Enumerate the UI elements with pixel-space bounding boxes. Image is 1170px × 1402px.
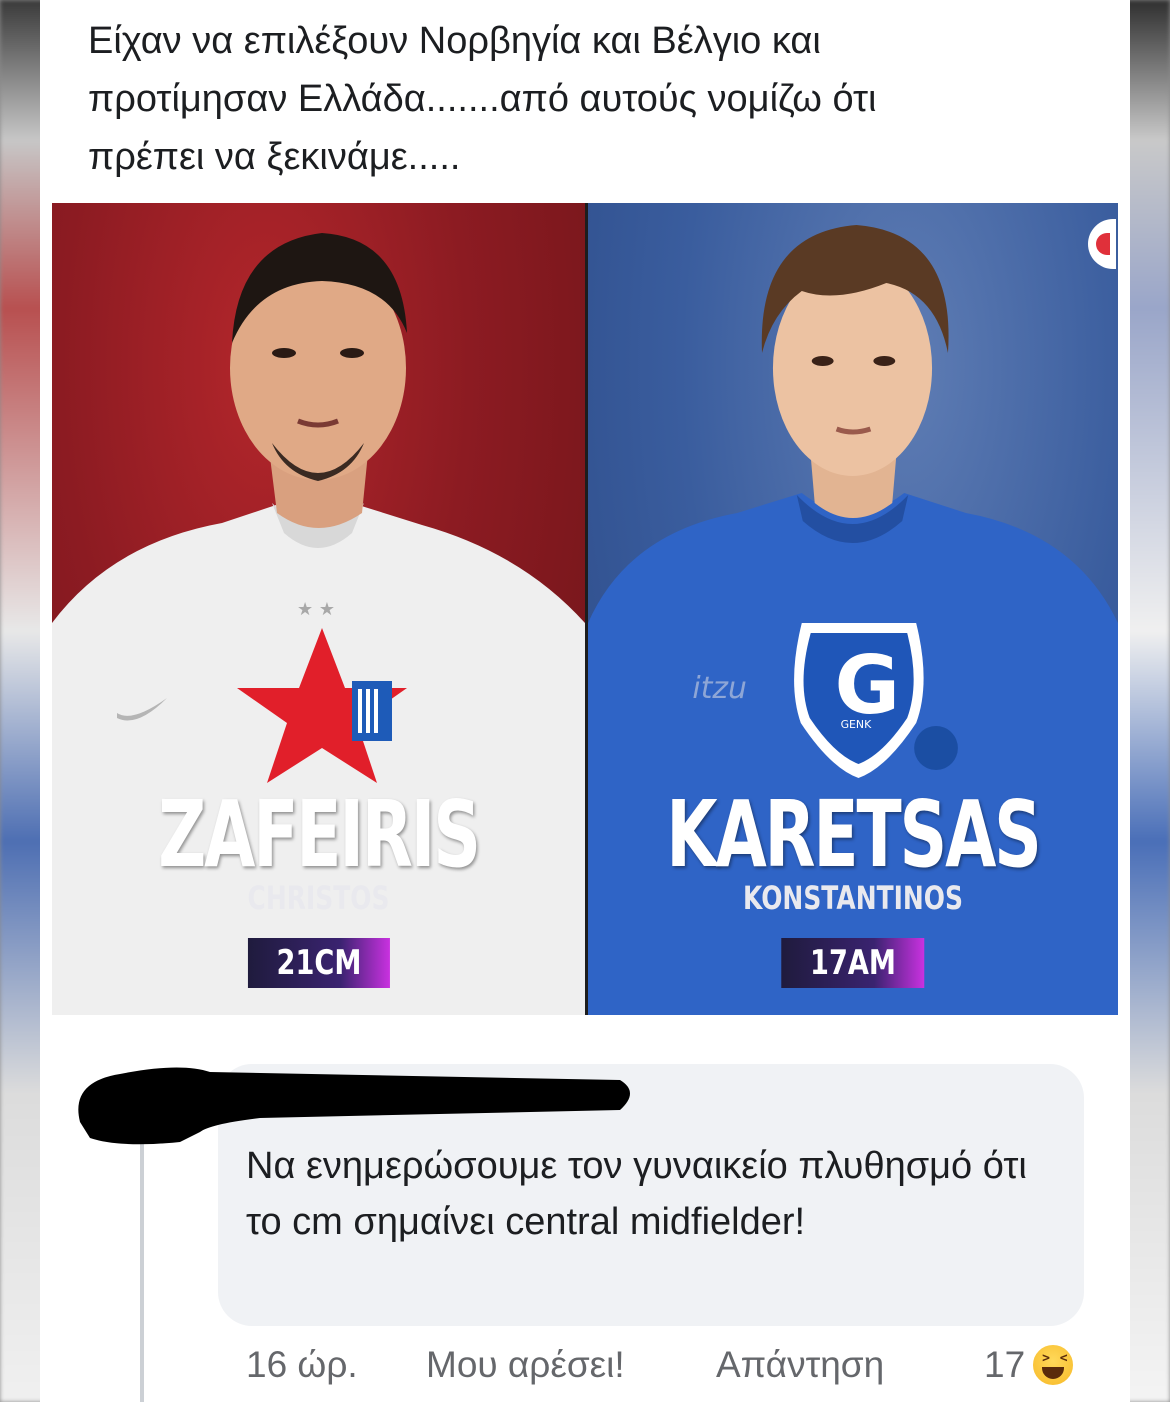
comment: Να ενημερώσουμε τον γυναικείο πλυθησμό ό… — [40, 1040, 1130, 1340]
like-button[interactable]: Μου αρέσει! — [426, 1344, 716, 1386]
player-badge-right: 17AM — [781, 938, 925, 988]
post-text: Είχαν να επιλέξουν Νορβηγία και Βέλγιο κ… — [88, 20, 877, 178]
comment-timestamp[interactable]: 16 ώρ. — [246, 1344, 426, 1386]
reaction-summary[interactable]: 17 — [984, 1343, 1076, 1387]
svg-text:★ ★: ★ ★ — [297, 599, 335, 620]
player-last-name-left: ZAFEIRIS — [158, 781, 481, 888]
comment-actions: 16 ώρ. Μου αρέσει! Απάντηση 17 — [246, 1340, 1106, 1390]
reply-button[interactable]: Απάντηση — [716, 1344, 976, 1386]
post-image[interactable]: ★ ★ ZAFEIRIS CHRISTOS 21CM itzu G GENK K… — [52, 203, 1118, 1015]
player-last-name-right: KARETSAS — [666, 781, 1042, 888]
player-badge-left: 21CM — [247, 938, 390, 988]
player-panel-right: itzu G GENK KARETSAS KONSTANTINOS 17AM — [585, 203, 1118, 1015]
redacted-commenter-name — [78, 1067, 631, 1145]
crest-text: GENK — [841, 718, 873, 731]
player-panel-left: ★ ★ ZAFEIRIS CHRISTOS 21CM — [52, 203, 585, 1015]
player-first-name-left: CHRISTOS — [247, 879, 390, 917]
post-card: Είχαν να επιλέξουν Νορβηγία και Βέλγιο κ… — [40, 0, 1130, 1402]
haha-emoji-icon — [1031, 1343, 1076, 1387]
player-first-name-right: KONSTANTINOS — [742, 879, 963, 917]
comment-text: Να ενημερώσουμε τον γυναικείο πλυθησμό ό… — [246, 1145, 1027, 1243]
sponsor-text: itzu — [692, 671, 747, 706]
reaction-count: 17 — [984, 1344, 1026, 1385]
